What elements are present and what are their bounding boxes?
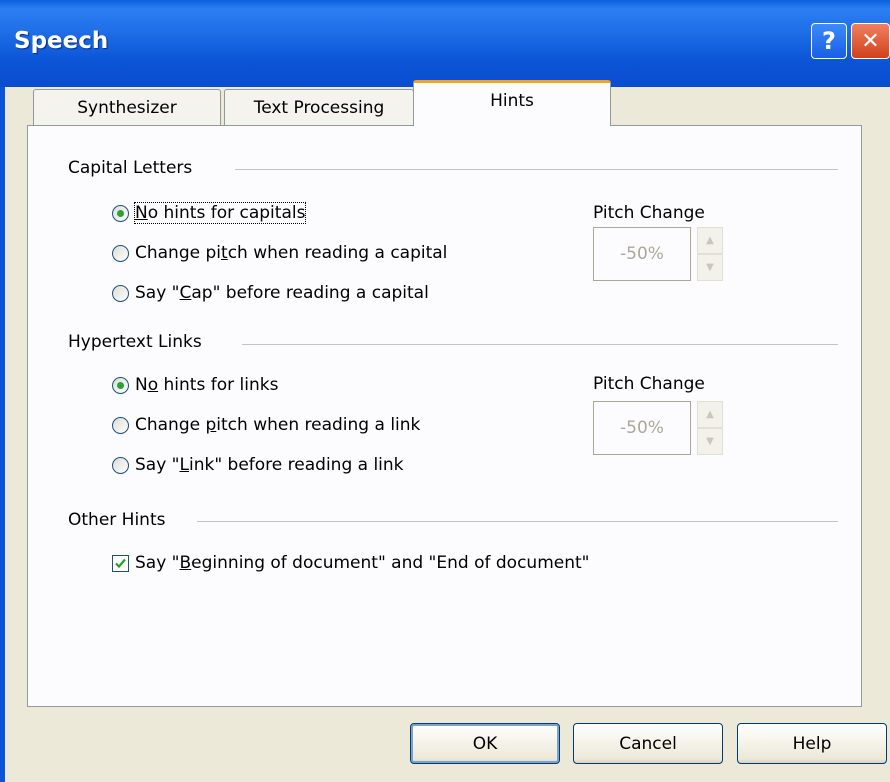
question-icon: ?	[822, 27, 836, 55]
pitch-change-capitals-spinner[interactable]: ▲ ▼	[697, 227, 723, 281]
pitch-change-links-input[interactable]: -50%	[593, 401, 691, 455]
close-button[interactable]: ✕	[851, 23, 890, 59]
spin-down-icon[interactable]: ▼	[697, 428, 723, 455]
checkbox-say-beginning-end[interactable]: Say "Beginning of document" and "End of …	[112, 553, 589, 573]
radio-label: Say "Cap" before reading a capital	[135, 283, 429, 303]
spin-up-icon[interactable]: ▲	[697, 227, 723, 254]
pitch-change-label: Pitch Change	[593, 203, 705, 223]
window-left-border	[0, 87, 5, 782]
spin-up-icon[interactable]: ▲	[697, 401, 723, 428]
group-label-hypertext-links: Hypertext Links	[68, 332, 202, 352]
radio-label: No hints for capitals	[133, 202, 307, 224]
cancel-button[interactable]: Cancel	[573, 723, 723, 764]
checkbox-label: Say "Beginning of document" and "End of …	[135, 553, 590, 573]
tab-synthesizer[interactable]: Synthesizer	[33, 89, 221, 125]
radio-button-icon	[112, 456, 129, 474]
pitch-change-links-spinner[interactable]: ▲ ▼	[697, 401, 723, 455]
checkbox-checked-icon	[112, 554, 129, 572]
ok-button[interactable]: OK	[410, 723, 560, 764]
spin-down-icon[interactable]: ▼	[697, 254, 723, 281]
tab-text-processing[interactable]: Text Processing	[224, 89, 414, 125]
radio-say-cap[interactable]: Say "Cap" before reading a capital	[112, 283, 429, 303]
radio-button-icon	[112, 416, 129, 434]
radio-say-link[interactable]: Say "Link" before reading a link	[112, 455, 404, 475]
close-icon: ✕	[861, 28, 880, 54]
tab-hints[interactable]: Hints	[413, 80, 611, 126]
radio-button-icon	[112, 204, 129, 222]
radio-label: Change pitch when reading a capital	[135, 243, 448, 263]
help-button[interactable]: Help	[737, 723, 887, 764]
radio-label: No hints for links	[135, 375, 279, 395]
radio-button-icon	[112, 284, 129, 302]
divider	[242, 344, 838, 345]
divider	[197, 521, 838, 522]
radio-no-hints-capitals[interactable]: No hints for capitals	[112, 202, 307, 224]
title-bar[interactable]: Speech ? ✕	[0, 0, 890, 87]
radio-label: Say "Link" before reading a link	[135, 455, 404, 475]
divider	[235, 169, 838, 170]
radio-change-pitch-capital[interactable]: Change pitch when reading a capital	[112, 243, 447, 263]
tab-label: Synthesizer	[77, 97, 177, 118]
pitch-change-label: Pitch Change	[593, 374, 705, 394]
radio-no-hints-links[interactable]: No hints for links	[112, 375, 278, 395]
radio-button-icon	[112, 376, 129, 394]
pitch-change-capitals-input[interactable]: -50%	[593, 227, 691, 281]
radio-button-icon	[112, 244, 129, 262]
radio-label: Change pitch when reading a link	[135, 415, 421, 435]
group-label-other-hints: Other Hints	[68, 510, 166, 530]
group-label-capital-letters: Capital Letters	[68, 158, 193, 178]
tab-label: Text Processing	[253, 97, 385, 118]
tab-label: Hints	[490, 90, 534, 111]
radio-change-pitch-link[interactable]: Change pitch when reading a link	[112, 415, 420, 435]
window-title: Speech	[14, 28, 109, 54]
help-title-button[interactable]: ?	[811, 23, 847, 59]
